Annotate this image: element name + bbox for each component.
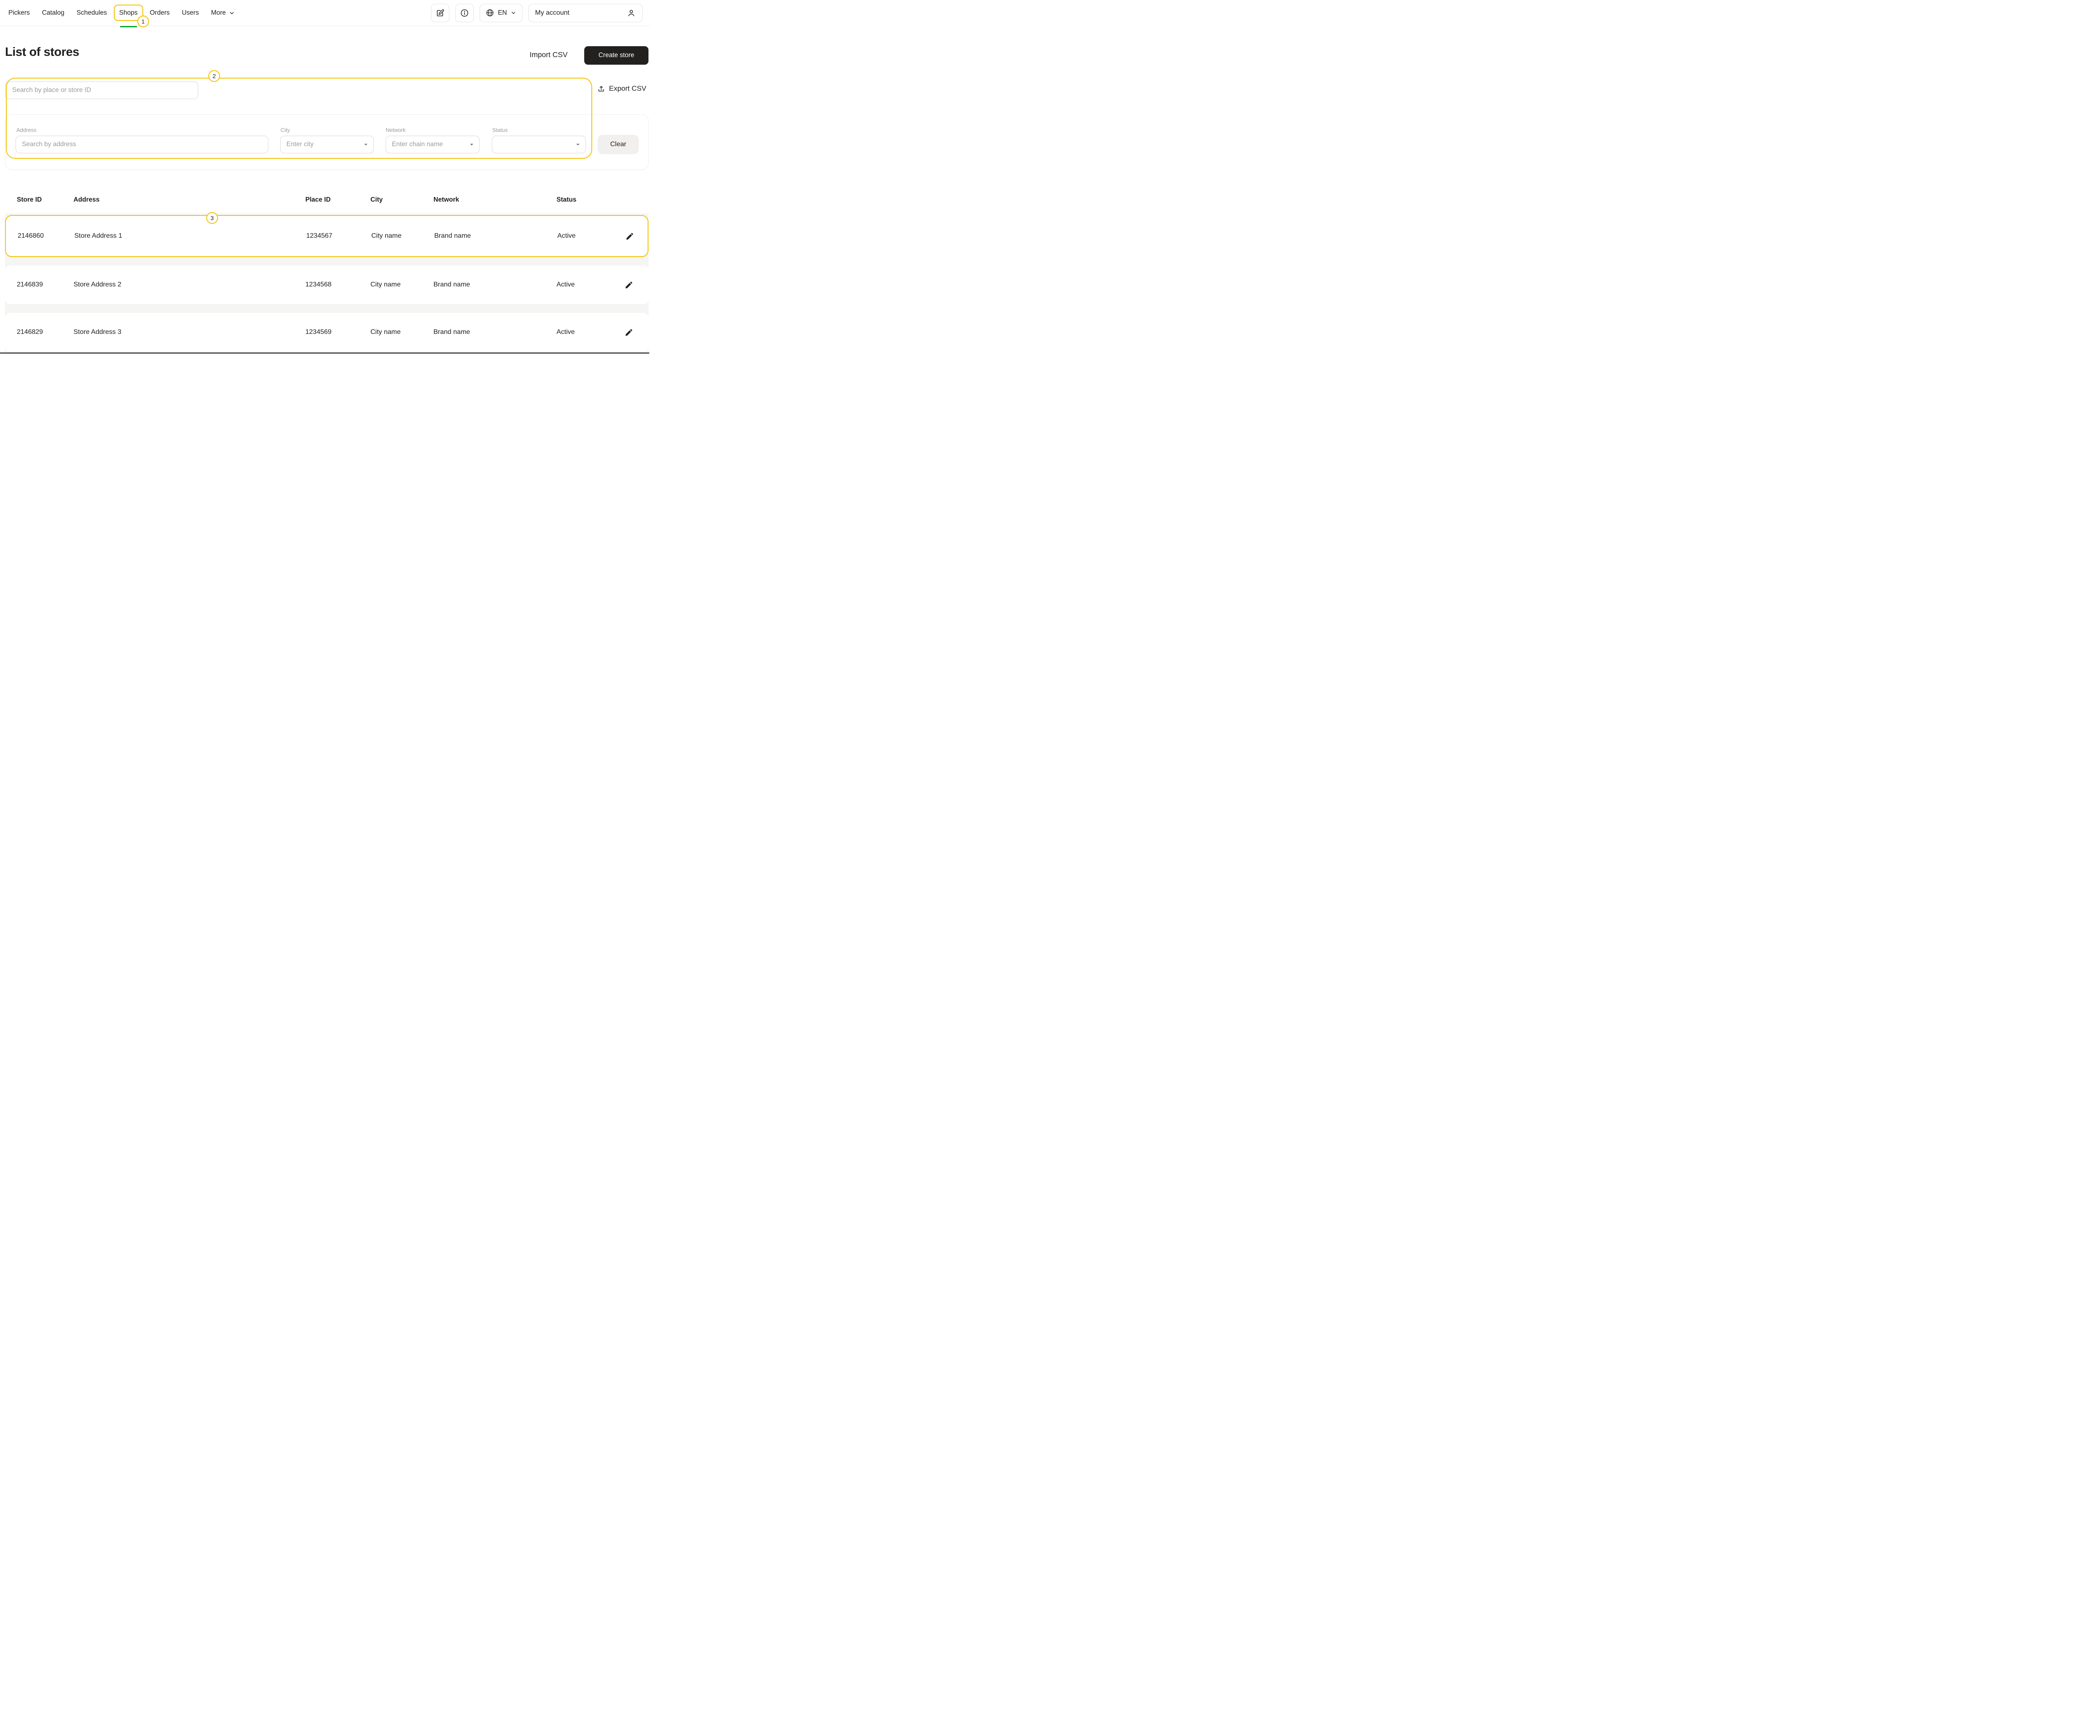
pencil-icon <box>625 281 633 289</box>
chevron-down-icon <box>510 10 517 16</box>
cell-network: Brand name <box>433 328 556 336</box>
annotation-marker-2: 2 <box>208 70 220 82</box>
info-icon <box>460 8 469 18</box>
table-row[interactable]: 2146839 Store Address 2 1234568 City nam… <box>5 265 648 304</box>
cell-address: Store Address 3 <box>74 328 305 336</box>
table-row[interactable]: 2146829 Store Address 3 1234569 City nam… <box>5 313 648 352</box>
cell-store-id: 2146860 <box>18 232 74 240</box>
my-account-label: My account <box>535 9 570 17</box>
top-nav-actions: EN My account <box>431 4 643 22</box>
cell-status: Active <box>556 281 623 289</box>
nav-item-label: More <box>211 9 226 17</box>
create-store-button[interactable]: Create store <box>584 46 648 65</box>
language-label: EN <box>498 9 507 17</box>
nav-item-label: Catalog <box>42 9 64 17</box>
clear-filters-button[interactable]: Clear <box>598 135 639 154</box>
city-filter-select[interactable]: Enter city <box>280 136 374 153</box>
column-header-network: Network <box>433 196 556 204</box>
upload-icon <box>597 85 605 93</box>
nav-item-schedules[interactable]: Schedules <box>76 0 107 26</box>
cell-city: City name <box>370 281 433 289</box>
compose-button[interactable] <box>431 4 449 22</box>
cell-status: Active <box>556 328 623 336</box>
person-icon <box>627 8 636 18</box>
nav-item-pickers[interactable]: Pickers <box>8 0 30 26</box>
nav-item-label: Orders <box>150 9 170 17</box>
address-filter-label: Address <box>16 127 37 133</box>
network-filter-label: Network <box>386 127 406 133</box>
active-tab-underline <box>120 26 137 27</box>
caret-down-icon <box>467 140 476 149</box>
nav-item-label: Shops <box>119 9 138 17</box>
nav-item-shops[interactable]: Shops 1 <box>119 0 138 26</box>
cell-city: City name <box>371 232 434 240</box>
column-header-address: Address <box>74 196 305 204</box>
cell-network: Brand name <box>433 281 556 289</box>
cell-address: Store Address 2 <box>74 281 305 289</box>
pencil-icon <box>625 328 633 337</box>
bottom-crop-strip <box>0 352 649 354</box>
cell-place-id: 1234569 <box>305 328 370 336</box>
city-filter-label: City <box>281 127 290 133</box>
cell-city: City name <box>370 328 433 336</box>
pencil-icon <box>625 232 634 241</box>
network-filter-select[interactable]: Enter chain name <box>386 136 480 153</box>
search-input[interactable] <box>5 81 198 99</box>
page-title: List of stores <box>5 45 79 59</box>
caret-down-icon <box>574 140 582 149</box>
caret-down-icon <box>362 140 370 149</box>
top-nav: Pickers Catalog Schedules Shops 1 Orders… <box>0 0 649 26</box>
nav-item-more[interactable]: More <box>211 0 235 26</box>
import-csv-button[interactable]: Import CSV <box>530 50 567 59</box>
cell-address: Store Address 1 <box>74 232 306 240</box>
nav-item-label: Schedules <box>76 9 107 17</box>
status-filter-select[interactable] <box>492 136 586 153</box>
export-csv-label: Export CSV <box>609 84 646 93</box>
edit-store-button[interactable] <box>624 231 635 242</box>
cell-store-id: 2146839 <box>17 281 74 289</box>
column-header-place-id: Place ID <box>305 196 370 204</box>
chevron-down-icon <box>228 10 235 16</box>
cell-place-id: 1234567 <box>306 232 371 240</box>
address-filter-input[interactable] <box>16 136 268 153</box>
table-row[interactable]: 2146860 Store Address 1 1234567 City nam… <box>5 215 648 257</box>
cell-place-id: 1234568 <box>305 281 370 289</box>
cell-store-id: 2146829 <box>17 328 74 336</box>
nav-item-catalog[interactable]: Catalog <box>42 0 64 26</box>
info-button[interactable] <box>455 4 474 22</box>
annotation-marker-1: 1 <box>137 16 149 27</box>
my-account-button[interactable]: My account <box>528 4 643 22</box>
status-filter-label: Status <box>492 127 508 133</box>
nav-item-label: Pickers <box>8 9 30 17</box>
nav-item-users[interactable]: Users <box>182 0 199 26</box>
language-selector[interactable]: EN <box>480 4 522 22</box>
network-filter-placeholder: Enter chain name <box>392 141 443 148</box>
cell-status: Active <box>557 232 624 240</box>
nav-item-orders[interactable]: Orders <box>150 0 170 26</box>
main-navigation: Pickers Catalog Schedules Shops 1 Orders… <box>8 0 235 26</box>
column-header-store-id: Store ID <box>17 196 74 204</box>
city-filter-placeholder: Enter city <box>286 141 314 148</box>
stores-table: Store ID Address Place ID City Network S… <box>5 186 648 354</box>
globe-icon <box>486 8 494 17</box>
edit-store-button[interactable] <box>623 327 634 338</box>
nav-item-label: Users <box>182 9 199 17</box>
export-csv-button[interactable]: Export CSV <box>597 84 646 93</box>
table-header-row: Store ID Address Place ID City Network S… <box>5 186 648 213</box>
edit-note-icon <box>436 8 445 18</box>
column-header-status: Status <box>556 196 623 204</box>
filters-panel: Address City Enter city Network Enter ch… <box>5 114 648 170</box>
edit-store-button[interactable] <box>623 279 634 290</box>
column-header-city: City <box>370 196 433 204</box>
cell-network: Brand name <box>434 232 557 240</box>
